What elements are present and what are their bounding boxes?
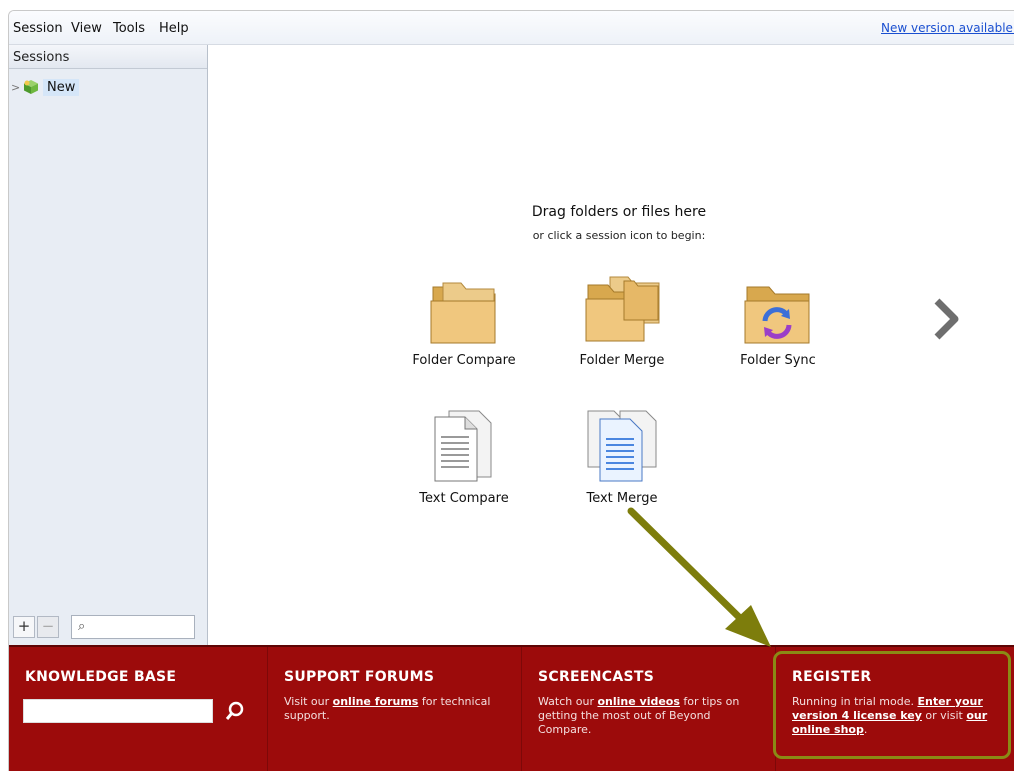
text-merge-icon bbox=[587, 410, 657, 482]
drag-instruction-subtitle: or click a session icon to begin: bbox=[532, 229, 706, 242]
drag-instruction-title: Drag folders or files here bbox=[531, 204, 707, 220]
menu-view[interactable]: View bbox=[71, 21, 102, 36]
chevron-right-icon[interactable] bbox=[931, 297, 961, 341]
app-window: Session View Tools Help New version avai… bbox=[8, 10, 1014, 771]
support-forums-text: Visit our online forums for technical su… bbox=[284, 695, 491, 722]
menu-tools[interactable]: Tools bbox=[113, 21, 145, 36]
online-forums-link[interactable]: online forums bbox=[333, 695, 419, 708]
search-icon[interactable] bbox=[223, 699, 247, 723]
session-label: Folder Sync bbox=[740, 353, 816, 368]
search-icon: ⌕ bbox=[78, 619, 86, 634]
new-session-cube-icon bbox=[24, 80, 38, 94]
online-videos-link[interactable]: online videos bbox=[597, 695, 679, 708]
screencasts-section: SCREENCASTS Watch our online videos for … bbox=[521, 647, 775, 771]
menu-help[interactable]: Help bbox=[159, 21, 189, 36]
session-label: Text Compare bbox=[419, 491, 509, 506]
menu-session[interactable]: Session bbox=[13, 21, 63, 36]
session-label: Folder Merge bbox=[579, 353, 665, 368]
session-folder-merge[interactable]: Folder Merge bbox=[562, 275, 682, 368]
support-forums-title: SUPPORT FORUMS bbox=[284, 669, 435, 685]
tree-item-new[interactable]: > New bbox=[11, 77, 80, 97]
new-version-link[interactable]: New version available. bbox=[881, 21, 1014, 35]
session-filter-input[interactable]: ⌕ bbox=[71, 615, 195, 639]
session-label: Text Merge bbox=[586, 491, 658, 506]
footer-panel: KNOWLEDGE BASE SUPPORT FORUMS Visit our … bbox=[9, 645, 1014, 771]
remove-session-button[interactable]: − bbox=[37, 616, 59, 638]
menu-bar: Session View Tools Help New version avai… bbox=[9, 11, 1014, 45]
knowledge-base-title: KNOWLEDGE BASE bbox=[25, 669, 177, 685]
folder-sync-icon bbox=[744, 286, 810, 344]
text-compare-icon bbox=[434, 410, 492, 482]
tree-item-label: New bbox=[43, 78, 80, 96]
add-session-button[interactable]: + bbox=[13, 616, 35, 638]
session-folder-compare[interactable]: Folder Compare bbox=[404, 281, 524, 368]
session-text-merge[interactable]: Text Merge bbox=[562, 409, 682, 506]
sessions-header: Sessions bbox=[9, 45, 207, 69]
sessions-sidebar: Sessions > New + − ⌕ bbox=[9, 45, 208, 645]
knowledge-base-search-input[interactable] bbox=[23, 699, 213, 723]
expand-arrow-icon[interactable]: > bbox=[11, 81, 23, 94]
session-text-compare[interactable]: Text Compare bbox=[404, 409, 524, 506]
screencasts-text: Watch our online videos for tips on gett… bbox=[538, 695, 740, 736]
screencasts-title: SCREENCASTS bbox=[538, 669, 655, 685]
support-forums-section: SUPPORT FORUMS Visit our online forums f… bbox=[267, 647, 521, 771]
folder-merge-icon bbox=[585, 276, 660, 342]
sidebar-toolbar: + − ⌕ bbox=[13, 615, 195, 639]
register-highlight-box bbox=[773, 651, 1011, 759]
session-launcher: Drag folders or files here or click a se… bbox=[209, 45, 1014, 645]
knowledge-base-section: KNOWLEDGE BASE bbox=[9, 647, 267, 771]
session-folder-sync[interactable]: Folder Sync bbox=[718, 281, 838, 368]
folder-compare-icon bbox=[430, 282, 496, 344]
session-label: Folder Compare bbox=[412, 353, 516, 368]
